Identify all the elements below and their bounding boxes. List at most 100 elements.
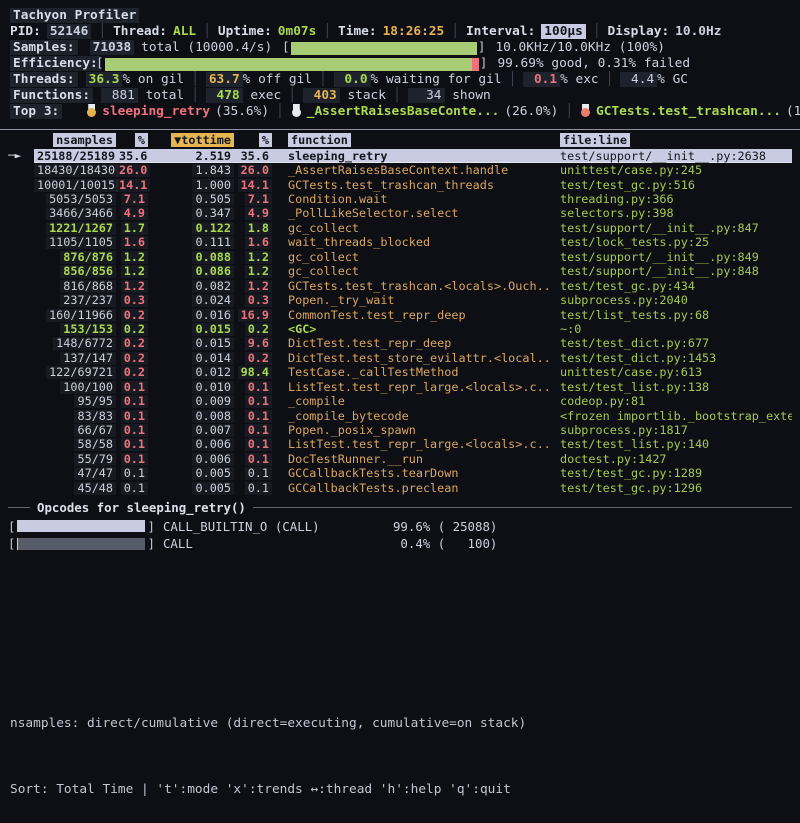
thread-stat-suffix: % off gil xyxy=(243,72,312,87)
function-name-cell: GCTests.test_trashcan_threads xyxy=(288,179,552,192)
thread-stat-item: 0.0% waiting for gil xyxy=(312,72,502,87)
file-line-cell: test/test_gc.py:1296 xyxy=(560,482,792,495)
header-percent[interactable]: % xyxy=(135,133,148,147)
percent-cell: 1.6 xyxy=(121,236,148,249)
table-row[interactable]: 160/11966 0.2 0.016 16.9 CommonTest.test… xyxy=(8,308,792,322)
function-name-cell: ListTest.test_repr_large.<locals>.c... xyxy=(288,381,552,394)
table-row[interactable]: ─► 25188/25189 35.6 2.519 35.6 sleeping_… xyxy=(8,149,792,163)
file-line-cell: test/lock_tests.py:25 xyxy=(560,236,792,249)
percent-cell: 0.1 xyxy=(121,467,148,480)
table-row[interactable]: 856/856 1.2 0.086 1.2 gc_collect test/su… xyxy=(8,265,792,279)
percent-cell: 26.0 xyxy=(116,164,150,177)
table-row[interactable]: 95/95 0.1 0.009 0.1 _compile codeop.py:8… xyxy=(8,394,792,408)
thread-stat-suffix: % waiting for gil xyxy=(371,72,502,87)
file-line-cell: selectors.py:398 xyxy=(560,207,792,220)
cumulative-percent-cell: 0.1 xyxy=(245,482,272,495)
opcode-bar xyxy=(17,538,145,550)
header-file-line[interactable]: file:line xyxy=(560,133,630,147)
percent-cell: 0.2 xyxy=(121,352,148,365)
efficiency-bar-fill xyxy=(105,58,472,71)
row-marker xyxy=(8,279,34,293)
top3-item: GCTests.test_trashcan...(14.1%) xyxy=(558,104,800,119)
cumulative-percent-cell: 0.2 xyxy=(245,323,272,336)
nsamples-cell: 856/856 xyxy=(60,265,116,278)
function-name-cell: gc_collect xyxy=(288,251,552,264)
function-stat-value: 478 xyxy=(206,88,243,103)
bracket-open: [ xyxy=(8,536,15,551)
status-item: Thread:ALL xyxy=(91,24,196,39)
file-line-cell: codeop.py:81 xyxy=(560,395,792,408)
cumulative-percent-cell: 7.1 xyxy=(245,193,272,206)
row-marker xyxy=(8,207,34,221)
top3-function-name: _AssertRaisesBaseConte... xyxy=(307,104,500,119)
file-line-cell: unittest/case.py:245 xyxy=(560,164,792,177)
percent-cell: 0.1 xyxy=(121,381,148,394)
status-bar: PID:52146Thread:ALLUptime:0m07sTime:18:2… xyxy=(10,24,790,40)
file-line-cell: test/test_gc.py:434 xyxy=(560,280,792,293)
top3-label: Top 3: xyxy=(10,104,62,119)
cumulative-percent-cell: 1.2 xyxy=(245,280,272,293)
table-row[interactable]: 148/6772 0.2 0.015 9.6 DictTest.test_rep… xyxy=(8,337,792,351)
top3-percent: (26.0%) xyxy=(504,104,558,119)
table-header: nsamples % ▼tottime % function file:line xyxy=(8,132,792,148)
cumulative-percent-cell: 1.6 xyxy=(245,236,272,249)
tottime-cell: 0.088 xyxy=(192,251,234,264)
table-row[interactable]: 55/79 0.1 0.006 0.1 DocTestRunner.__run … xyxy=(8,452,792,466)
row-marker xyxy=(8,250,34,264)
table-row[interactable]: 1221/1267 1.7 0.122 1.8 gc_collect test/… xyxy=(8,221,792,235)
tottime-cell: 0.086 xyxy=(192,265,234,278)
table-row[interactable]: 66/67 0.1 0.007 0.1 Popen._posix_spawn s… xyxy=(8,423,792,437)
function-name-cell: DictTest.test_store_evilattr.<local... xyxy=(288,352,552,365)
cumulative-percent-cell: 0.1 xyxy=(245,410,272,423)
table-row[interactable]: 100/100 0.1 0.010 0.1 ListTest.test_repr… xyxy=(8,380,792,394)
row-marker xyxy=(8,337,34,351)
header-cumulative-percent[interactable]: % xyxy=(259,133,272,147)
status-item-value: 52146 xyxy=(47,24,92,39)
nsamples-cell: 95/95 xyxy=(74,395,116,408)
row-marker xyxy=(8,438,34,452)
bracket-close: ] xyxy=(147,519,154,534)
status-item-label: Interval: xyxy=(466,24,535,39)
function-name-cell: GCTests.test_trashcan.<locals>.Ouch... xyxy=(288,280,552,293)
functions-stats: 881 total 478 exec 403 stack 34 shown xyxy=(101,88,491,103)
samples-row: Samples:71038total (10000.4/s) [ ] 10.0K… xyxy=(10,40,790,56)
table-row[interactable]: 45/48 0.1 0.005 0.1 GCCallbackTests.prec… xyxy=(8,481,792,495)
row-marker xyxy=(8,351,34,365)
file-line-cell: test/test_list.py:138 xyxy=(560,381,792,394)
opcode-row: [ ] CALL_BUILTIN_O (CALL) 99.6% ( 25088) xyxy=(8,518,792,536)
header-nsamples[interactable]: nsamples xyxy=(53,133,116,147)
threads-stats: 36.3% on gil63.7% off gil 0.0% waiting f… xyxy=(86,72,688,87)
thread-stat-value: 0.1 xyxy=(523,72,560,87)
table-row[interactable]: 137/147 0.2 0.014 0.2 DictTest.test_stor… xyxy=(8,351,792,365)
header-tottime-sorted[interactable]: ▼tottime xyxy=(171,133,234,147)
percent-cell: 0.3 xyxy=(121,294,148,307)
table-row[interactable]: 1105/1105 1.6 0.111 1.6 wait_threads_blo… xyxy=(8,236,792,250)
table-row[interactable]: 3466/3466 4.9 0.347 4.9 _PollLikeSelecto… xyxy=(8,207,792,221)
function-name-cell: CommonTest.test_repr_deep xyxy=(288,309,552,322)
top3-items: sleeping_retry(35.6%)_AssertRaisesBaseCo… xyxy=(86,104,800,119)
header-function[interactable]: function xyxy=(288,133,351,147)
table-row[interactable]: 5053/5053 7.1 0.505 7.1 Condition.wait t… xyxy=(8,192,792,206)
table-row[interactable]: 47/47 0.1 0.005 0.1 GCCallbackTests.tear… xyxy=(8,467,792,481)
row-marker xyxy=(8,308,34,322)
table-row[interactable]: 237/237 0.3 0.024 0.3 Popen._try_wait su… xyxy=(8,293,792,307)
table-top-separator xyxy=(0,129,800,130)
bracket-close: ] xyxy=(480,56,488,72)
cumulative-percent-cell: 0.1 xyxy=(245,395,272,408)
table-row[interactable]: 153/153 0.2 0.015 0.2 <GC> ~:0 xyxy=(8,322,792,336)
function-name-cell: Condition.wait xyxy=(288,193,552,206)
table-row[interactable]: 83/83 0.1 0.008 0.1 _compile_bytecode <f… xyxy=(8,409,792,423)
table-row[interactable]: 18430/18430 26.0 1.843 26.0 _AssertRaise… xyxy=(8,163,792,177)
header-section: Tachyon Profiler PID:52146Thread:ALLUpti… xyxy=(0,0,800,120)
tottime-cell: 0.015 xyxy=(192,337,234,350)
table-row[interactable]: 876/876 1.2 0.088 1.2 gc_collect test/su… xyxy=(8,250,792,264)
percent-cell: 0.1 xyxy=(121,453,148,466)
file-line-cell: test/test_gc.py:516 xyxy=(560,179,792,192)
table-row[interactable]: 816/868 1.2 0.082 1.2 GCTests.test_trash… xyxy=(8,279,792,293)
table-row[interactable]: 58/58 0.1 0.006 0.1 ListTest.test_repr_l… xyxy=(8,438,792,452)
table-row[interactable]: 10001/10015 14.1 1.000 14.1 GCTests.test… xyxy=(8,178,792,192)
function-name-cell: <GC> xyxy=(288,323,552,336)
table-row[interactable]: 122/69721 0.2 0.012 98.4 TestCase._callT… xyxy=(8,366,792,380)
percent-cell: 0.2 xyxy=(121,323,148,336)
status-item-label: Uptime: xyxy=(218,24,272,39)
